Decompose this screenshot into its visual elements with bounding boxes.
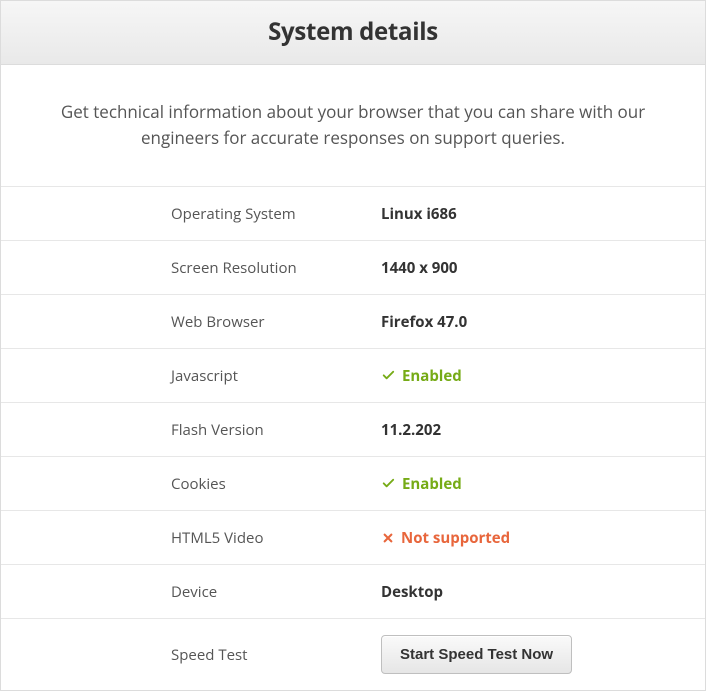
value-screen-resolution: 1440 x 900 bbox=[381, 258, 458, 278]
check-icon bbox=[381, 368, 396, 383]
value-speed-test: Start Speed Test Now bbox=[381, 635, 572, 674]
row-javascript: Javascript Enabled bbox=[1, 349, 705, 403]
value-html5-video: Not supported bbox=[381, 528, 510, 548]
details-rows: Operating System Linux i686 Screen Resol… bbox=[1, 187, 705, 690]
label-javascript: Javascript bbox=[1, 366, 381, 386]
row-html5-video: HTML5 Video Not supported bbox=[1, 511, 705, 565]
intro-text: Get technical information about your bro… bbox=[1, 65, 705, 187]
label-html5-video: HTML5 Video bbox=[1, 528, 381, 548]
label-operating-system: Operating System bbox=[1, 204, 381, 224]
system-details-card: System details Get technical information… bbox=[0, 0, 706, 691]
cross-icon bbox=[381, 531, 395, 545]
label-web-browser: Web Browser bbox=[1, 312, 381, 332]
value-cookies-text: Enabled bbox=[402, 474, 462, 494]
label-flash-version: Flash Version bbox=[1, 420, 381, 440]
check-icon bbox=[381, 476, 396, 491]
value-javascript-text: Enabled bbox=[402, 366, 462, 386]
start-speed-test-button[interactable]: Start Speed Test Now bbox=[381, 635, 572, 674]
label-screen-resolution: Screen Resolution bbox=[1, 258, 381, 278]
value-web-browser: Firefox 47.0 bbox=[381, 312, 467, 332]
card-header: System details bbox=[1, 1, 705, 65]
row-device: Device Desktop bbox=[1, 565, 705, 619]
row-operating-system: Operating System Linux i686 bbox=[1, 187, 705, 241]
value-html5-video-text: Not supported bbox=[401, 528, 510, 548]
row-cookies: Cookies Enabled bbox=[1, 457, 705, 511]
row-web-browser: Web Browser Firefox 47.0 bbox=[1, 295, 705, 349]
row-screen-resolution: Screen Resolution 1440 x 900 bbox=[1, 241, 705, 295]
row-speed-test: Speed Test Start Speed Test Now bbox=[1, 619, 705, 690]
value-operating-system: Linux i686 bbox=[381, 204, 457, 224]
label-cookies: Cookies bbox=[1, 474, 381, 494]
value-cookies: Enabled bbox=[381, 474, 462, 494]
value-javascript: Enabled bbox=[381, 366, 462, 386]
label-speed-test: Speed Test bbox=[1, 645, 381, 665]
value-flash-version: 11.2.202 bbox=[381, 420, 441, 440]
label-device: Device bbox=[1, 582, 381, 602]
row-flash-version: Flash Version 11.2.202 bbox=[1, 403, 705, 457]
value-device: Desktop bbox=[381, 582, 443, 602]
card-title: System details bbox=[11, 15, 695, 48]
